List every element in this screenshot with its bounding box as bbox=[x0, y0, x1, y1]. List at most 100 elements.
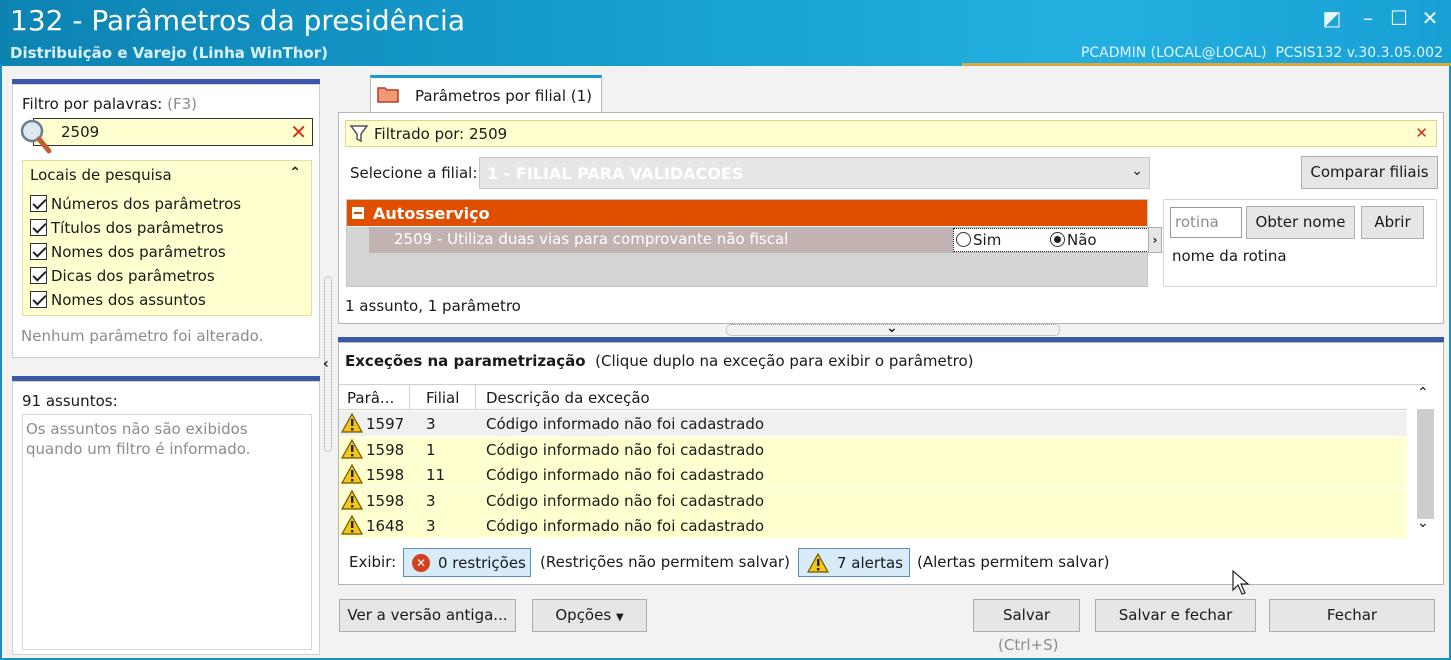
cell-param: 1597 bbox=[366, 415, 405, 433]
branch-label: Selecione a filial: bbox=[350, 164, 478, 182]
cell-description: Código informado não foi cadastrado bbox=[486, 440, 765, 459]
parameters-panel: Filtrado por: 2509 ✕ Selecione a filial:… bbox=[338, 112, 1444, 324]
checkbox-checked-icon[interactable] bbox=[30, 219, 47, 236]
search-locations-list: Números dos parâmetros Títulos dos parâm… bbox=[30, 195, 241, 315]
warning-icon bbox=[341, 438, 363, 459]
window-title: 132 - Parâmetros da presidência bbox=[10, 4, 465, 37]
exceptions-scrollbar[interactable]: ⌃ ⌄ bbox=[1409, 385, 1443, 540]
routine-input[interactable]: rotina bbox=[1170, 207, 1242, 238]
window-subtitle: Distribuição e Varejo (Linha WinThor) bbox=[10, 44, 328, 62]
table-row[interactable]: 1598 11 Código informado não foi cadastrad… bbox=[339, 462, 1407, 487]
checkbox-checked-icon[interactable] bbox=[30, 195, 47, 212]
table-row[interactable]: 1598 3 Código informado não foi cadastrado bbox=[339, 487, 1407, 513]
option-yes[interactable]: Sim bbox=[956, 231, 1001, 249]
table-row[interactable]: 1648 3 Código informado não foi cadastrado bbox=[339, 513, 1407, 538]
maximize-icon[interactable]: ☐ bbox=[1387, 6, 1411, 30]
radio-on-icon[interactable] bbox=[1050, 232, 1065, 247]
routine-name-label: nome da rotina bbox=[1172, 247, 1287, 265]
exceptions-header: Exceções na parametrização (Clique duplo… bbox=[345, 352, 973, 370]
tab-label: Parâmetros por filial (1) bbox=[415, 87, 593, 105]
checkbox-checked-icon[interactable] bbox=[30, 291, 47, 308]
search-icon bbox=[20, 119, 52, 154]
cell-description: Código informado não foi cadastrado bbox=[486, 517, 765, 535]
warning-icon bbox=[341, 413, 363, 433]
save-button[interactable]: Salvar bbox=[973, 599, 1080, 632]
collapse-group-icon[interactable] bbox=[352, 207, 364, 219]
cell-filial: 3 bbox=[426, 415, 436, 433]
title-bar: 132 - Parâmetros da presidência Distribu… bbox=[0, 0, 1451, 66]
search-location-item[interactable]: Títulos dos parâmetros bbox=[30, 219, 241, 243]
exceptions-title: Exceções na parametrização bbox=[345, 352, 586, 370]
filter-label: Filtro por palavras: (F3) bbox=[22, 95, 198, 113]
restrictions-button[interactable]: ✕ 0 restrições bbox=[403, 548, 531, 577]
filter-input[interactable]: 2509 ✕ bbox=[33, 118, 313, 146]
alerts-button[interactable]: 7 alertas bbox=[798, 548, 910, 577]
exceptions-panel: Exceções na parametrização (Clique duplo… bbox=[338, 342, 1444, 585]
restrictions-label: 0 restrições bbox=[438, 554, 526, 572]
summary-label: 1 assunto, 1 parâmetro bbox=[345, 297, 521, 315]
radio-off-icon[interactable] bbox=[956, 232, 971, 247]
search-location-item[interactable]: Dicas dos parâmetros bbox=[30, 267, 241, 291]
table-row[interactable]: 1598 1 Código informado não foi cadastrado bbox=[339, 436, 1407, 462]
program-version: PCSIS132 v.30.3.05.002 bbox=[1275, 45, 1443, 61]
mouse-cursor-icon bbox=[1232, 570, 1250, 595]
subjects-note: Os assuntos não são exibidos quando um f… bbox=[22, 414, 312, 650]
tab-parametros-por-filial[interactable]: Parâmetros por filial (1) bbox=[370, 75, 602, 113]
parameter-row[interactable]: 2509 - Utiliza duas vias para comprovant… bbox=[369, 227, 1149, 253]
warning-icon bbox=[341, 515, 363, 535]
options-button[interactable]: Opções ▼ bbox=[532, 599, 647, 632]
save-close-button[interactable]: Salvar e fechar bbox=[1095, 599, 1256, 632]
cell-param: 1598 bbox=[366, 491, 405, 510]
subjects-title: 91 assuntos: bbox=[22, 392, 118, 410]
clear-filter-icon[interactable]: ✕ bbox=[290, 120, 307, 144]
close-button[interactable]: Fechar bbox=[1269, 599, 1435, 632]
group-header[interactable]: Autosserviço bbox=[347, 200, 1147, 227]
group-title: Autosserviço bbox=[373, 204, 490, 223]
search-location-item[interactable]: Números dos parâmetros bbox=[30, 195, 241, 219]
alerts-note: (Alertas permitem salvar) bbox=[917, 553, 1110, 571]
filter-value: 2509 bbox=[61, 123, 100, 141]
dropdown-chevron-icon[interactable]: ⌄ bbox=[1131, 163, 1143, 179]
collapse-left-icon[interactable]: ‹ bbox=[323, 356, 329, 372]
collapse-chevron-icon[interactable]: ⌃ bbox=[289, 165, 301, 181]
col-description[interactable]: Descrição da exceção bbox=[486, 389, 650, 407]
parameter-label: 2509 - Utiliza duas vias para comprovant… bbox=[394, 230, 789, 248]
clear-filtered-icon[interactable]: ✕ bbox=[1415, 124, 1428, 142]
checkbox-checked-icon[interactable] bbox=[30, 267, 47, 284]
branch-select[interactable]: 1 - FILIAL PARA VALIDACOES ⌄ bbox=[479, 157, 1150, 189]
cell-param: 1648 bbox=[366, 517, 405, 535]
old-version-button[interactable]: Ver a versão antiga... bbox=[339, 599, 516, 632]
parameter-grid: Autosserviço 2509 - Utiliza duas vias pa… bbox=[346, 199, 1149, 287]
scroll-thumb[interactable] bbox=[1417, 409, 1434, 519]
collapse-down-icon[interactable]: ⌄ bbox=[886, 320, 898, 336]
cell-filial: 11 bbox=[426, 466, 446, 484]
subjects-panel: 91 assuntos: Os assuntos não são exibido… bbox=[12, 381, 320, 655]
filtered-bar: Filtrado por: 2509 ✕ bbox=[345, 120, 1437, 147]
filter-panel: Filtro por palavras: (F3) 2509 ✕ Locais … bbox=[12, 84, 320, 358]
get-name-button[interactable]: Obter nome bbox=[1246, 206, 1355, 239]
cell-filial: 3 bbox=[426, 491, 436, 510]
col-param[interactable]: Parâ... bbox=[347, 389, 394, 407]
search-location-item[interactable]: Nomes dos parâmetros bbox=[30, 243, 241, 267]
scroll-up-icon[interactable]: ⌃ bbox=[1417, 385, 1429, 401]
restrictions-note: (Restrições não permitem salvar) bbox=[540, 553, 790, 571]
option-no[interactable]: Não bbox=[1050, 231, 1097, 249]
scroll-down-icon[interactable]: ⌄ bbox=[1417, 515, 1429, 531]
restore-icon[interactable]: ◩ bbox=[1320, 6, 1344, 30]
close-icon[interactable]: ✕ bbox=[1418, 6, 1442, 30]
funnel-icon bbox=[349, 125, 369, 143]
open-button[interactable]: Abrir bbox=[1361, 206, 1424, 239]
search-location-item[interactable]: Nomes dos assuntos bbox=[30, 291, 241, 315]
filtered-label: Filtrado por: 2509 bbox=[374, 125, 508, 143]
status-left: Nenhum parâmetro foi alterado. bbox=[21, 327, 264, 345]
minimize-icon[interactable]: – bbox=[1356, 6, 1380, 30]
col-filial[interactable]: Filial bbox=[426, 389, 459, 407]
compare-branches-button[interactable]: Comparar filiais bbox=[1301, 156, 1438, 189]
table-row[interactable]: 1597 3 Código informado não foi cadastrado bbox=[339, 411, 1407, 436]
cell-param: 1598 bbox=[366, 440, 405, 459]
error-icon: ✕ bbox=[412, 554, 430, 572]
checkbox-checked-icon[interactable] bbox=[30, 243, 47, 260]
expand-right-icon[interactable]: › bbox=[1148, 227, 1162, 253]
cell-param: 1598 bbox=[366, 466, 405, 484]
search-locations-title: Locais de pesquisa bbox=[30, 166, 172, 184]
